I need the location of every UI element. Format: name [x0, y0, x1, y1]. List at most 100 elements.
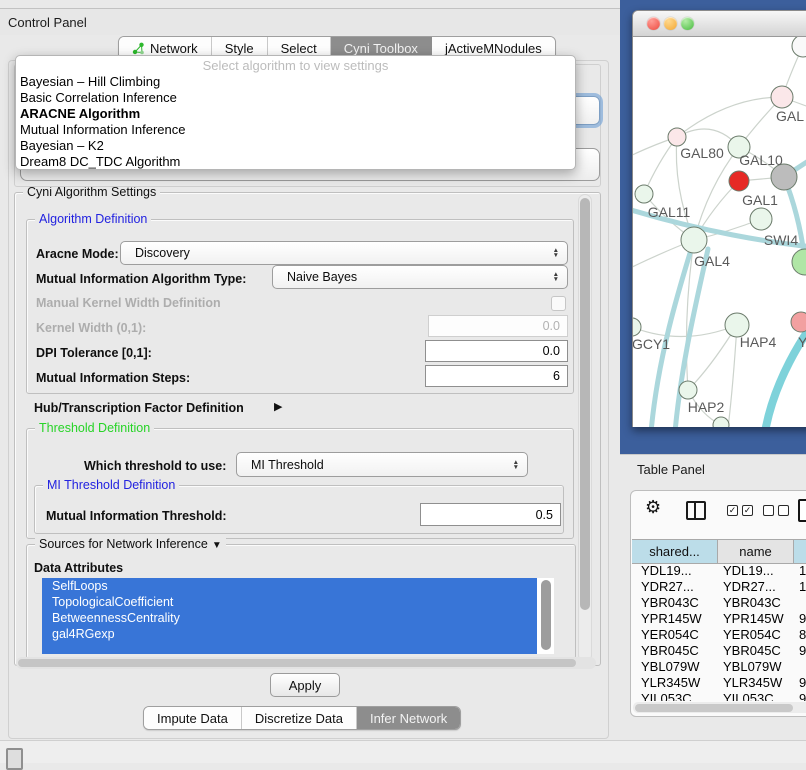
checked-box-icon: ✓: [727, 505, 738, 516]
node-red[interactable]: [729, 171, 749, 191]
node-label-hap2: HAP2: [688, 399, 725, 415]
table-row[interactable]: YPR145WYPR145W9.: [632, 611, 806, 627]
table-hscrollbar-thumb[interactable]: [635, 704, 793, 712]
network-canvas[interactable]: GALGAL80GAL10GAL1GAL11GAL4GCY1HAP4YHAP2S…: [633, 37, 806, 427]
select-all-checkboxes-icon[interactable]: ✓ ✓: [727, 505, 753, 516]
node-label-y: Y: [798, 334, 806, 350]
table-row[interactable]: YBR045CYBR045C9.: [632, 643, 806, 659]
node-gal11[interactable]: [635, 185, 653, 203]
minimize-window-icon[interactable]: [664, 17, 677, 30]
settings-horizontal-scrollbar[interactable]: [16, 657, 596, 669]
table-row[interactable]: YBR043CYBR043C: [632, 595, 806, 611]
column-header-name[interactable]: name: [718, 540, 794, 563]
attribute-item-gal4rgexp[interactable]: gal4RGexp: [42, 626, 537, 642]
which-threshold-label: Which threshold to use:: [84, 459, 226, 473]
node-gal4[interactable]: [681, 227, 707, 253]
table-cell: YER054C: [632, 627, 719, 643]
mi-steps-field[interactable]: 6: [425, 365, 568, 387]
which-threshold-select[interactable]: MI Threshold ▲▼: [236, 452, 528, 477]
node-gal80[interactable]: [668, 128, 686, 146]
table-panel: ⚙ ✓ ✓ shared... name YDL19...YDL19...13Y…: [630, 490, 806, 717]
table-cell: YIL053C: [719, 691, 795, 701]
mi-type-select[interactable]: Naive Bayes ▲▼: [272, 265, 568, 289]
attribute-item-topologicalcoefficient[interactable]: TopologicalCoefficient: [42, 594, 537, 610]
kernel-width-field[interactable]: 0.0: [428, 315, 568, 337]
table-cell: YLR345W: [719, 675, 795, 691]
table-cell: [795, 659, 799, 675]
node-salmon[interactable]: [791, 312, 806, 332]
minimized-panel-icon[interactable]: [6, 748, 23, 770]
table-row[interactable]: YLR345WYLR345W9.: [632, 675, 806, 691]
node-label-gal80: GAL80: [680, 145, 724, 161]
close-window-icon[interactable]: [647, 17, 660, 30]
expand-right-icon[interactable]: ▶: [274, 400, 282, 413]
table-cell: YDL19...: [632, 563, 719, 579]
dropdown-item-bayesian-k2[interactable]: Bayesian – K2: [16, 138, 575, 154]
node-label-gal11: GAL11: [648, 204, 691, 220]
table-panel-title: Table Panel: [637, 462, 705, 477]
dropdown-item-basic-correlation-inference[interactable]: Basic Correlation Inference: [16, 90, 575, 106]
mi-type-value: Naive Bayes: [287, 270, 357, 284]
tab-infer-network[interactable]: Infer Network: [357, 707, 460, 729]
node-gal1[interactable]: [750, 208, 772, 230]
document-icon[interactable]: [798, 499, 806, 522]
dropdown-item-mutual-information-inference[interactable]: Mutual Information Inference: [16, 122, 575, 138]
table-row[interactable]: YBL079WYBL079W: [632, 659, 806, 675]
table-horizontal-scrollbar[interactable]: [633, 702, 806, 713]
table-cell: YBL079W: [719, 659, 795, 675]
deselect-all-checkboxes-icon[interactable]: [763, 505, 789, 516]
network-window-titlebar[interactable]: [633, 11, 806, 37]
stepper-arrows-icon: ▲▼: [553, 272, 559, 282]
settings-hscrollbar-thumb[interactable]: [18, 659, 576, 667]
collapse-down-icon[interactable]: ▼: [212, 540, 222, 551]
dropdown-items: Bayesian – Hill ClimbingBasic Correlatio…: [16, 74, 575, 170]
split-columns-icon[interactable]: [686, 501, 706, 520]
node-green-right[interactable]: [792, 249, 806, 275]
attribute-item-selfloops[interactable]: SelfLoops: [42, 578, 537, 594]
settings-vertical-scrollbar[interactable]: [578, 194, 592, 662]
table-row[interactable]: YER054CYER054C8.: [632, 627, 806, 643]
column-header-shared[interactable]: shared...: [632, 540, 718, 563]
settings-scrollbar-thumb[interactable]: [580, 198, 590, 610]
table-cell: YDR27...: [719, 579, 795, 595]
zoom-window-icon[interactable]: [681, 17, 694, 30]
table-row[interactable]: YIL053CYIL053C9: [632, 691, 806, 701]
aracne-mode-select[interactable]: Discovery ▲▼: [120, 241, 568, 265]
node-gcy1[interactable]: [633, 318, 641, 336]
mi-threshold-field[interactable]: 0.5: [420, 503, 561, 526]
node-gal-cut[interactable]: [771, 86, 793, 108]
tab-impute-data[interactable]: Impute Data: [144, 707, 242, 729]
mi-threshold-value: 0.5: [536, 508, 553, 522]
dpi-tolerance-field[interactable]: 0.0: [425, 340, 568, 362]
mi-threshold-group-title: MI Threshold Definition: [43, 478, 179, 492]
tab-label: Infer Network: [370, 711, 447, 726]
tab-discretize-data[interactable]: Discretize Data: [242, 707, 357, 729]
dropdown-placeholder: Select algorithm to view settings: [16, 58, 575, 74]
table-cell: YBR045C: [719, 643, 795, 659]
dpi-tolerance-value: 0.0: [543, 344, 560, 358]
network-edge[interactable]: [644, 137, 677, 194]
table-cell: YBR043C: [719, 595, 795, 611]
control-panel-titlebar: Control Panel: [0, 8, 620, 35]
apply-button[interactable]: Apply: [270, 673, 340, 697]
dropdown-item-bayesian-hill-climbing[interactable]: Bayesian – Hill Climbing: [16, 74, 575, 90]
node-bottom-cut[interactable]: [713, 417, 729, 427]
mi-threshold-label: Mutual Information Threshold:: [46, 509, 227, 523]
table-row[interactable]: YDL19...YDL19...13: [632, 563, 806, 579]
table-cell: 12: [795, 579, 806, 595]
dropdown-item-aracne-algorithm[interactable]: ARACNE Algorithm: [16, 106, 575, 122]
attributes-scrollbar-thumb[interactable]: [541, 580, 551, 650]
gear-icon[interactable]: ⚙: [645, 497, 661, 518]
dpi-tolerance-label: DPI Tolerance [0,1]:: [36, 346, 152, 360]
network-edge[interactable]: [633, 325, 737, 337]
table-row[interactable]: YDR27...YDR27...12: [632, 579, 806, 595]
table-cell: YER054C: [719, 627, 795, 643]
column-header-partial[interactable]: [794, 540, 806, 563]
network-edge[interactable]: [728, 325, 737, 427]
dropdown-item-dream8-dc-tdc-algorithm[interactable]: Dream8 DC_TDC Algorithm: [16, 154, 575, 170]
data-attributes-list[interactable]: SelfLoopsTopologicalCoefficientBetweenne…: [42, 578, 554, 654]
attribute-item-betweennesscentrality[interactable]: BetweennessCentrality: [42, 610, 537, 626]
manual-kernel-checkbox[interactable]: [551, 296, 566, 311]
node-top-cut[interactable]: [792, 37, 806, 57]
node-hap2[interactable]: [679, 381, 697, 399]
